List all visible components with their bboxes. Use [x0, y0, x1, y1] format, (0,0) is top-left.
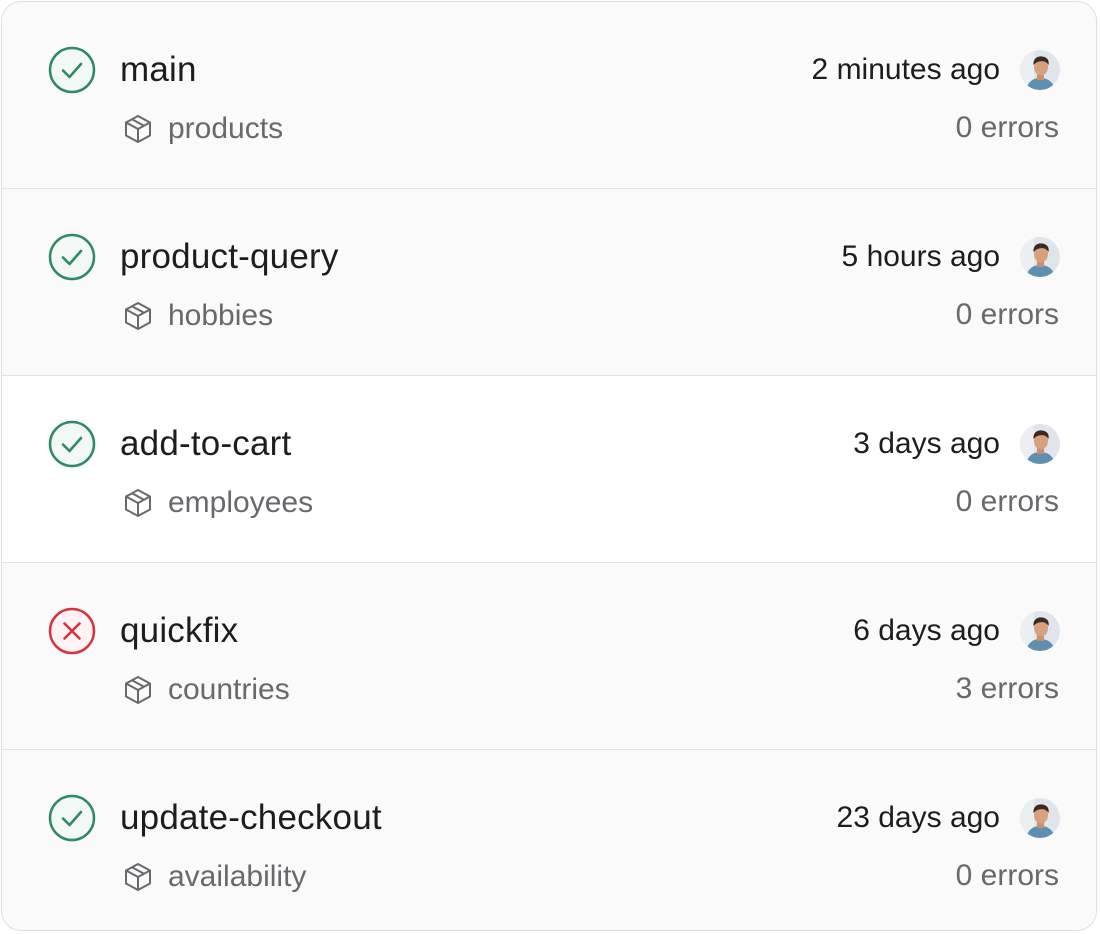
branch-list: main products 2 minutes ago 0 errors pro… — [1, 1, 1097, 931]
package-name: availability — [168, 860, 307, 893]
avatar — [1020, 237, 1060, 277]
branch-row[interactable]: update-checkout availability 23 days ago… — [2, 750, 1096, 930]
check-circle-icon — [48, 233, 96, 281]
branch-name: product-query — [120, 237, 339, 276]
check-circle-icon — [48, 794, 96, 842]
x-circle-icon — [48, 607, 96, 655]
package-name: countries — [168, 673, 290, 706]
error-count: 3 errors — [955, 672, 1059, 705]
package-icon — [122, 674, 154, 706]
check-circle-icon — [48, 46, 96, 94]
branch-row[interactable]: main products 2 minutes ago 0 errors — [2, 2, 1096, 189]
package-name: employees — [168, 486, 314, 519]
package-icon — [122, 487, 154, 519]
branch-row[interactable]: add-to-cart employees 3 days ago 0 error… — [2, 376, 1096, 563]
error-count: 0 errors — [955, 485, 1059, 518]
updated-time: 2 minutes ago — [811, 53, 1000, 86]
branch-name: update-checkout — [120, 798, 382, 837]
updated-time: 6 days ago — [853, 614, 1000, 647]
branch-name: main — [120, 50, 197, 89]
branch-row[interactable]: quickfix countries 6 days ago 3 errors — [2, 563, 1096, 750]
error-count: 0 errors — [955, 298, 1059, 331]
package-name: hobbies — [168, 299, 274, 332]
error-count: 0 errors — [955, 859, 1059, 892]
avatar — [1020, 424, 1060, 464]
package-icon — [122, 861, 154, 893]
package-name: products — [168, 112, 284, 145]
package-icon — [122, 300, 154, 332]
package-icon — [122, 113, 154, 145]
check-circle-icon — [48, 420, 96, 468]
updated-time: 5 hours ago — [841, 240, 1000, 273]
error-count: 0 errors — [955, 111, 1059, 144]
updated-time: 3 days ago — [853, 427, 1000, 460]
updated-time: 23 days ago — [836, 801, 1000, 834]
avatar — [1020, 611, 1060, 651]
branch-row[interactable]: product-query hobbies 5 hours ago 0 erro… — [2, 189, 1096, 376]
avatar — [1020, 50, 1060, 90]
branch-name: quickfix — [120, 611, 239, 650]
avatar — [1020, 798, 1060, 838]
branch-name: add-to-cart — [120, 424, 292, 463]
